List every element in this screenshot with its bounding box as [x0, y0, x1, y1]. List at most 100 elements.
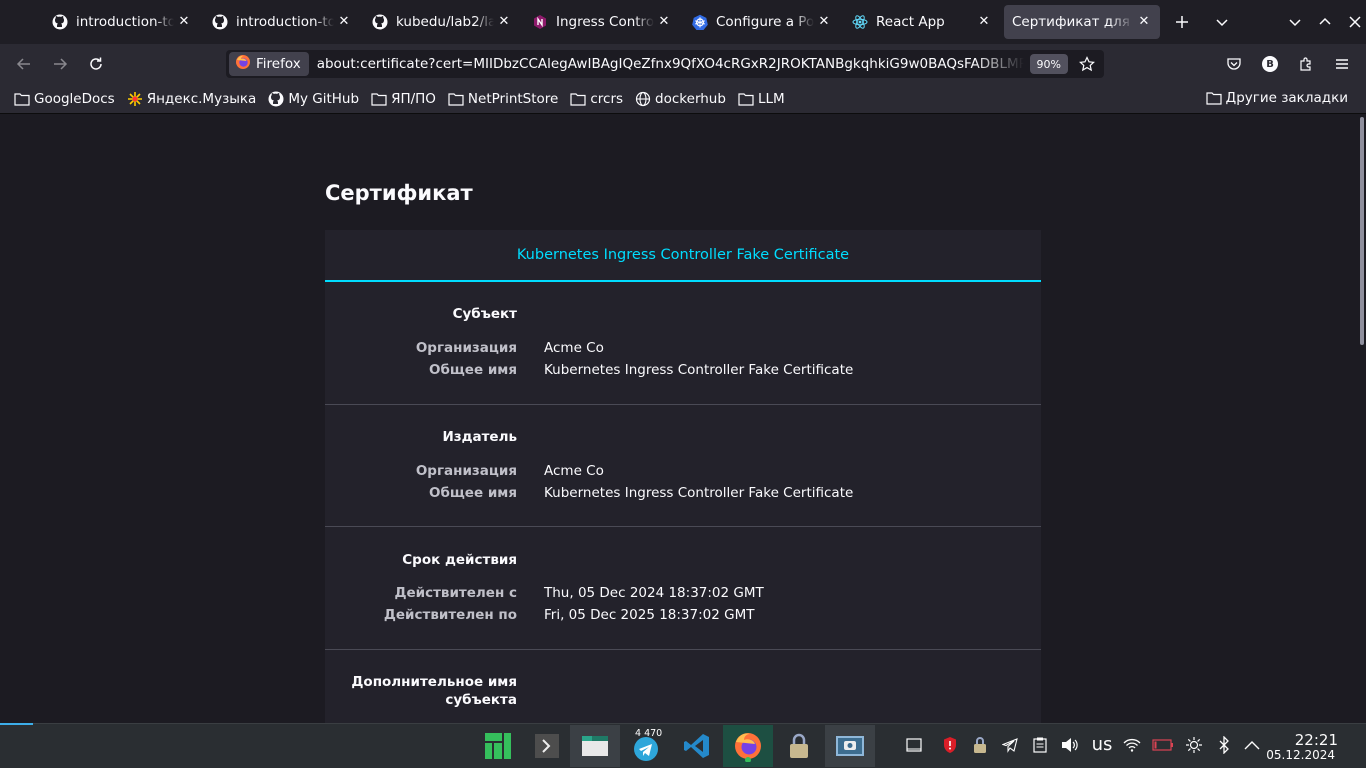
chevron-up-icon[interactable]	[1242, 740, 1262, 750]
firefox-icon	[735, 733, 761, 762]
password-manager-button[interactable]	[774, 725, 824, 767]
section-title: Срок действия	[402, 552, 517, 568]
tab-title: introduction-to-c	[76, 14, 174, 30]
close-icon[interactable]: ✕	[1136, 14, 1152, 30]
vscode-icon	[684, 734, 709, 758]
terminal-icon	[535, 734, 559, 758]
bookmark-my-github[interactable]: My GitHub	[262, 91, 365, 107]
close-icon[interactable]: ✕	[656, 14, 672, 30]
bookmark-label: GoogleDocs	[34, 90, 115, 107]
certificate-tab[interactable]: Kubernetes Ingress Controller Fake Certi…	[325, 230, 1041, 282]
arrow-right-icon	[54, 58, 68, 70]
bookmark-yandex-music[interactable]: Яндекс.Музыка	[121, 91, 263, 107]
firefox-button[interactable]	[723, 725, 773, 767]
field-label: Общее имя	[428, 362, 517, 378]
list-all-tabs-button[interactable]	[1203, 5, 1241, 39]
address-bar[interactable]: Firefox about:certificate?cert=MIIDbzCCA…	[226, 50, 1104, 78]
plus-icon	[1176, 16, 1188, 28]
wifi-icon[interactable]	[1122, 738, 1142, 752]
tab-strip: introduction-to-c ✕ introduction-to-c ✕ …	[0, 0, 1366, 44]
lock-icon	[790, 733, 808, 758]
keyring-icon[interactable]	[970, 736, 990, 754]
forward-button[interactable]	[43, 48, 77, 80]
tab-2[interactable]: introduction-to-c ✕	[200, 5, 360, 39]
page-content: Сертификат Kubernetes Ingress Controller…	[0, 115, 1366, 723]
close-icon[interactable]: ✕	[176, 14, 192, 30]
close-icon[interactable]: ✕	[816, 14, 832, 30]
account-avatar[interactable]: B	[1254, 48, 1286, 80]
tab-1[interactable]: introduction-to-c ✕	[40, 5, 200, 39]
pocket-icon[interactable]	[1218, 48, 1250, 80]
toolbar-right: B	[1218, 48, 1358, 80]
field-label: Организация	[415, 340, 517, 356]
folder-icon	[738, 92, 754, 106]
file-manager-button[interactable]	[570, 725, 620, 767]
minimize-button[interactable]	[1282, 7, 1308, 37]
tab-7-active[interactable]: Сертификат для Ku ✕	[1004, 5, 1160, 39]
field-label: Общее имя	[428, 485, 517, 501]
bookmark-dockerhub[interactable]: dockerhub	[629, 91, 732, 107]
back-button[interactable]	[7, 48, 41, 80]
tab-title: React App	[876, 14, 945, 30]
tab-3[interactable]: kubedu/lab2/lab ✕	[360, 5, 520, 39]
battery-icon[interactable]	[1152, 738, 1174, 751]
bookmark-folder-crcrs[interactable]: crcrs	[564, 91, 629, 107]
close-window-button[interactable]	[1342, 7, 1366, 37]
telegram-tray-icon[interactable]	[1000, 737, 1020, 753]
shield-icon[interactable]	[940, 736, 960, 754]
bookmark-folder-netprintstore[interactable]: NetPrintStore	[442, 91, 564, 107]
field-label: Действителен с	[394, 585, 517, 601]
folder-icon	[570, 92, 586, 106]
telegram-button[interactable]: 4 470	[621, 725, 671, 767]
screenshot-tool-button[interactable]	[825, 725, 875, 767]
bookmark-folder-llm[interactable]: LLM	[732, 91, 791, 107]
arrow-left-icon	[16, 58, 30, 70]
tab-title: Сертификат для Ku	[1012, 14, 1134, 30]
close-icon[interactable]: ✕	[496, 14, 512, 30]
reload-button[interactable]	[79, 48, 113, 80]
yandex-music-icon	[127, 91, 142, 106]
field-label: Организация	[415, 463, 517, 479]
bookmark-star-icon[interactable]	[1074, 56, 1100, 72]
globe-icon	[635, 91, 651, 106]
zoom-indicator[interactable]: 90%	[1029, 54, 1068, 74]
tab-4[interactable]: Ingress Controlle ✕	[520, 5, 680, 39]
clock-date[interactable]: 05.12.2024	[1266, 748, 1335, 762]
tab-5[interactable]: Configure a Pod ✕	[680, 5, 840, 39]
field-value: Kubernetes Ingress Controller Fake Certi…	[544, 362, 854, 378]
bookmark-googledocs[interactable]: GoogleDocs	[8, 91, 121, 107]
folder-icon	[582, 736, 608, 756]
field-label: Действителен по	[383, 607, 517, 623]
github-icon	[268, 91, 284, 106]
url-text[interactable]: about:certificate?cert=MIIDbzCCAlegAwIBA…	[317, 56, 1024, 72]
bookmark-label: dockerhub	[655, 90, 726, 107]
app-launcher-button[interactable]	[473, 725, 523, 767]
certificate-card: Kubernetes Ingress Controller Fake Certi…	[325, 230, 1041, 723]
new-tab-button[interactable]	[1163, 5, 1201, 39]
bluetooth-icon[interactable]	[1214, 735, 1234, 754]
tab-title: Ingress Controlle	[556, 14, 654, 30]
volume-icon[interactable]	[1060, 737, 1080, 753]
menu-icon[interactable]	[1326, 48, 1358, 80]
clipboard-icon[interactable]	[1030, 737, 1050, 753]
tab-6[interactable]: React App ✕	[840, 5, 1000, 39]
issuer-section: Издатель Организация Acme Co Общее имя K…	[325, 405, 1041, 527]
close-icon[interactable]: ✕	[976, 14, 992, 30]
page-scrollbar[interactable]	[1360, 117, 1364, 345]
terminal-button[interactable]	[522, 725, 572, 767]
tab-title: kubedu/lab2/lab	[396, 14, 494, 30]
keyboard-layout[interactable]: us	[1088, 734, 1116, 755]
brightness-icon[interactable]	[1184, 736, 1204, 754]
close-icon[interactable]: ✕	[336, 14, 352, 30]
window-icon[interactable]	[904, 737, 924, 753]
extensions-icon[interactable]	[1290, 48, 1322, 80]
section-title: Издатель	[442, 429, 517, 445]
bookmark-folder-yap-po[interactable]: ЯП/ПО	[365, 91, 442, 107]
manjaro-icon	[485, 733, 511, 759]
vscode-button[interactable]	[672, 725, 722, 767]
clock-time[interactable]: 22:21	[1295, 731, 1338, 749]
identity-box[interactable]: Firefox	[229, 52, 309, 76]
maximize-button[interactable]	[1312, 7, 1338, 37]
other-bookmarks-folder[interactable]: Другие закладки	[1200, 90, 1354, 106]
nginx-icon	[532, 14, 548, 30]
